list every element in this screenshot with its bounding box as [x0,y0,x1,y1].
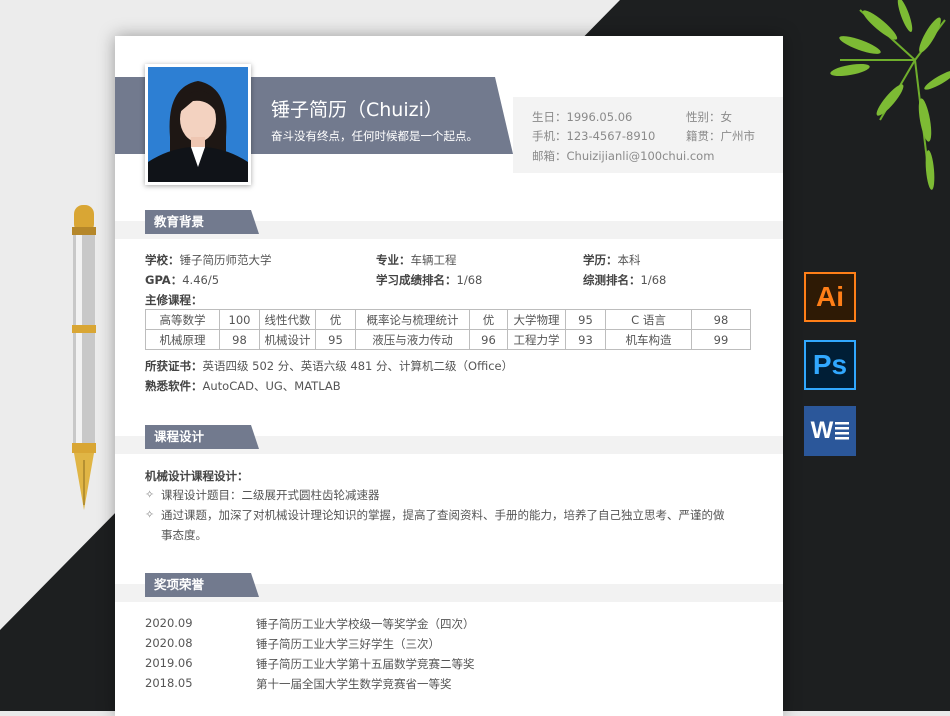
award-text: 锤子简历工业大学第十五届数学竞赛二等奖 [256,657,475,671]
course-cell: 大学物理 [507,309,566,330]
award-text: 锤子简历工业大学校级一等奖学金（四次） [256,617,475,631]
software-label: 熟悉软件： [145,379,203,393]
score-cell: 98 [219,329,260,350]
degree-row: 学历：本科 [583,252,641,268]
resume-motto: 奋斗没有终点，任何时候都是一个起点。 [271,129,478,143]
plant-decoration [830,0,950,190]
course-cell: C 语言 [605,309,692,330]
award-date: 2020.08 [145,636,193,650]
rank-label: 学习成绩排名： [376,273,457,287]
word-lines-icon [835,422,850,440]
course-cell: 机车构造 [605,329,692,350]
cert-row: 所获证书：英语四级 502 分、英语六级 481 分、计算机二级（Office） [145,358,513,374]
software-value: AutoCAD、UG、MATLAB [202,379,341,393]
section-title-design: 课程设计 [145,425,259,449]
info-birth: 生日：1996.05.06 [532,110,633,124]
cert-value: 英语四级 502 分、英语六级 481 分、计算机二级（Office） [202,359,514,373]
award-date: 2019.06 [145,656,193,670]
info-gender: 性别：女 [686,110,732,124]
score-cell: 93 [565,329,606,350]
table-row: 高等数学 100 线性代数 优 概率论与梳理统计 优 大学物理 95 C 语言 … [145,309,751,330]
photoshop-icon: Ps [804,340,856,390]
courses-label-text: 主修课程： [145,293,203,307]
award-date: 2020.09 [145,616,193,630]
score-cell: 98 [691,309,751,330]
course-cell: 机械设计 [259,329,316,350]
gpa-row: GPA：4.46/5 [145,272,219,288]
overall-rank-row: 综测排名：1/68 [583,272,666,288]
score-cell: 优 [469,309,508,330]
major-label: 专业： [376,253,411,267]
overall-rank-value: 1/68 [640,273,667,287]
info-origin: 籍贯：广州市 [686,129,755,143]
design-item-1: 课程设计题目：二级展开式圆柱齿轮减速器 [161,488,380,502]
rank-value: 1/68 [456,273,483,287]
course-cell: 工程力学 [507,329,566,350]
gpa-label: GPA： [145,273,183,287]
design-item-2-line2: 事态度。 [161,528,207,542]
school-value: 锤子简历师范大学 [179,253,272,267]
section-title-awards: 奖项荣誉 [145,573,259,597]
bullet-icon: ✧ [145,488,155,501]
score-cell: 99 [691,329,751,350]
info-email: 邮箱：Chuizijianli@100chui.com [532,149,715,163]
software-row: 熟悉软件：AutoCAD、UG、MATLAB [145,378,341,394]
score-cell: 95 [315,329,356,350]
award-date: 2018.05 [145,676,193,690]
award-text: 锤子简历工业大学三好学生（三次） [256,637,440,651]
cert-label: 所获证书： [145,359,203,373]
courses-table: 高等数学 100 线性代数 优 概率论与梳理统计 优 大学物理 95 C 语言 … [145,309,751,350]
school-row: 学校：锤子简历师范大学 [145,252,272,268]
score-cell: 95 [565,309,606,330]
course-cell: 液压与液力传动 [355,329,470,350]
design-item-2-line1: 通过课题，加深了对机械设计理论知识的掌握，提高了查阅资料、手册的能力，培养了自己… [161,508,725,522]
bullet-icon: ✧ [145,508,155,521]
design-subtitle: 机械设计课程设计： [145,469,249,483]
score-cell: 优 [315,309,356,330]
course-cell: 线性代数 [259,309,316,330]
rank-row: 学习成绩排名：1/68 [376,272,482,288]
table-row: 机械原理 98 机械设计 95 液压与液力传动 96 工程力学 93 机车构造 … [145,329,751,350]
courses-label: 主修课程： [145,292,203,308]
major-row: 专业：车辆工程 [376,252,457,268]
school-label: 学校： [145,253,180,267]
profile-photo [145,64,251,185]
degree-label: 学历： [583,253,618,267]
course-cell: 高等数学 [145,309,220,330]
illustrator-icon: Ai [804,272,856,322]
course-cell: 机械原理 [145,329,220,350]
overall-rank-label: 综测排名： [583,273,641,287]
degree-value: 本科 [617,253,641,267]
award-text: 第十一届全国大学生数学竞赛省一等奖 [256,677,452,691]
score-cell: 96 [469,329,508,350]
info-phone: 手机：123-4567-8910 [532,129,656,143]
major-value: 车辆工程 [410,253,457,267]
section-title-education: 教育背景 [145,210,259,234]
pen-decoration [72,205,96,510]
score-cell: 100 [219,309,260,330]
course-cell: 概率论与梳理统计 [355,309,470,330]
gpa-value: 4.46/5 [182,273,220,287]
word-icon: W [804,406,856,456]
word-letter: W [810,417,834,444]
resume-name: 锤子简历（Chuizi） [271,99,443,121]
